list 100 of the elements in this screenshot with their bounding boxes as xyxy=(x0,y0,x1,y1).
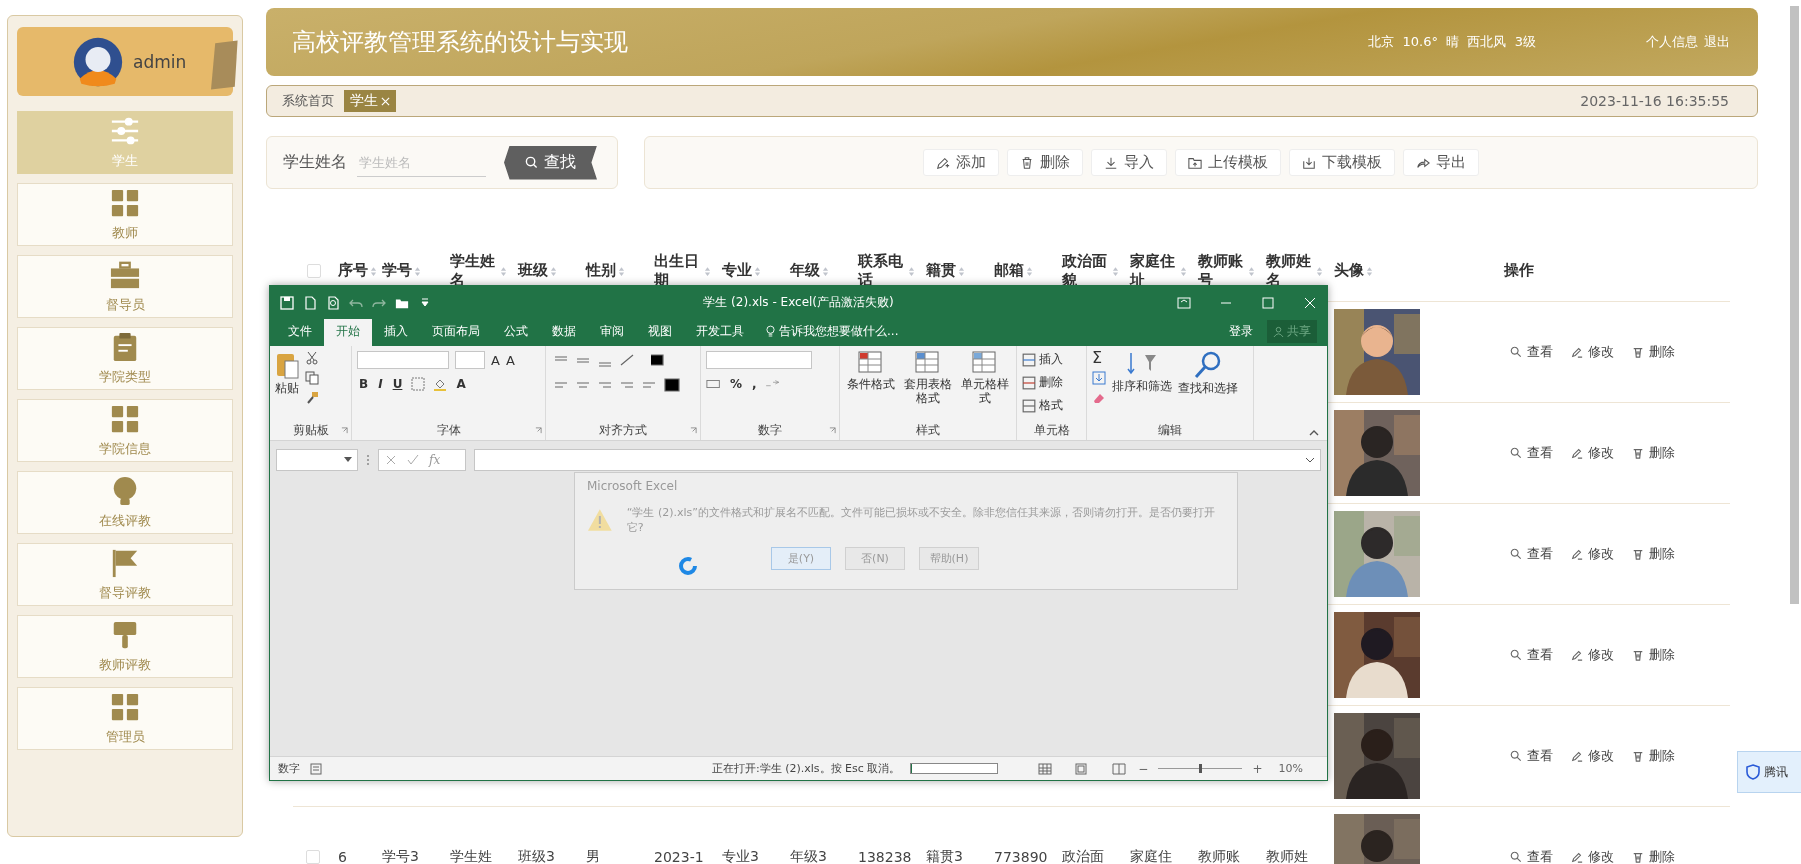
scrollbar[interactable] xyxy=(1790,6,1799,604)
row-action-link[interactable]: 修改 xyxy=(1571,343,1614,361)
sort-icon[interactable] xyxy=(822,265,829,277)
row-action-link[interactable]: 删除 xyxy=(1632,747,1675,765)
row-action-link[interactable]: 查看 xyxy=(1510,343,1553,361)
toolbar-button[interactable]: 导出 xyxy=(1403,149,1479,176)
ribbon-tab[interactable]: 视图 xyxy=(636,318,684,346)
number-format-button[interactable]: , xyxy=(750,377,759,391)
cell-button[interactable]: 插入 xyxy=(1022,351,1063,368)
name-box-field[interactable] xyxy=(276,449,358,471)
dialog-launcher-icon[interactable] xyxy=(341,426,348,434)
number-format-field[interactable] xyxy=(706,351,812,369)
search-field[interactable]: 学生姓名 xyxy=(357,148,486,177)
sign-in-link[interactable]: 登录 xyxy=(1229,323,1253,346)
notification-popup[interactable]: 腾讯 xyxy=(1737,751,1801,793)
new-file-icon[interactable] xyxy=(303,295,317,310)
row-action-link[interactable]: 删除 xyxy=(1632,646,1675,664)
row-action-link[interactable]: 修改 xyxy=(1571,646,1614,664)
row-action-link[interactable]: 查看 xyxy=(1510,747,1553,765)
scissors-icon[interactable] xyxy=(305,351,319,365)
copy-icon[interactable] xyxy=(305,371,319,385)
sort-icon[interactable] xyxy=(1316,265,1323,277)
row-action-link[interactable]: 查看 xyxy=(1510,545,1553,563)
sort-icon[interactable] xyxy=(500,265,507,277)
formula-field[interactable] xyxy=(474,449,1321,471)
row-action-link[interactable]: 修改 xyxy=(1571,545,1614,563)
toolbar-button[interactable]: 导入 xyxy=(1091,149,1167,176)
row-action-link[interactable]: 查看 xyxy=(1510,444,1553,462)
ribbon-tab[interactable]: 数据 xyxy=(540,318,588,346)
print-preview-icon[interactable] xyxy=(326,295,340,310)
sort-icon[interactable] xyxy=(1026,265,1033,277)
row-action-link[interactable]: 删除 xyxy=(1632,848,1675,864)
sort-icon[interactable] xyxy=(754,265,761,277)
row-action-link[interactable]: 删除 xyxy=(1632,444,1675,462)
border-icon[interactable] xyxy=(410,377,427,391)
zoom-out-button[interactable]: − xyxy=(1138,761,1149,776)
sort-filter-button[interactable]: 排序和筛选 xyxy=(1112,351,1172,394)
dialog-launcher-icon[interactable] xyxy=(829,426,836,434)
ribbon-tab[interactable]: 公式 xyxy=(492,318,540,346)
row-action-link[interactable]: 删除 xyxy=(1632,545,1675,563)
find-select-button[interactable]: 查找和选择 xyxy=(1178,351,1238,396)
cell-button[interactable]: 格式 xyxy=(1022,397,1063,414)
collapse-icon[interactable] xyxy=(1309,430,1319,436)
macro-icon[interactable] xyxy=(310,762,322,775)
checkbox[interactable] xyxy=(306,264,321,278)
sort-icon[interactable] xyxy=(1248,265,1255,277)
breadcrumb-tab[interactable]: 系统首页 xyxy=(282,92,334,110)
row-action-link[interactable]: 修改 xyxy=(1571,747,1614,765)
zoom-in-button[interactable]: + xyxy=(1252,761,1263,776)
ribbon-tab[interactable]: 开发工具 xyxy=(684,318,756,346)
ribbon-tab[interactable]: 插入 xyxy=(372,318,420,346)
fill-down-icon[interactable] xyxy=(1092,371,1106,385)
fill-color-icon[interactable] xyxy=(432,377,449,391)
autosum-button[interactable]: Σ xyxy=(1092,351,1106,365)
sort-icon[interactable] xyxy=(414,265,421,277)
search-button[interactable]: 查找 xyxy=(504,145,597,180)
checkbox[interactable] xyxy=(305,850,320,864)
zoom-thumb[interactable] xyxy=(1199,764,1203,773)
font-size-button[interactable]: A xyxy=(505,352,515,368)
view-buttons-drawing[interactable] xyxy=(1038,762,1129,775)
currency-icon[interactable] xyxy=(706,377,722,391)
close-icon[interactable] xyxy=(381,96,390,106)
sort-icon[interactable] xyxy=(958,265,965,277)
sort-icon[interactable] xyxy=(370,265,377,277)
font-size-field[interactable] xyxy=(455,351,485,369)
more-icon[interactable] xyxy=(366,453,370,467)
ribbon-tab[interactable]: 文件 xyxy=(276,318,324,346)
toolbar-button[interactable]: 添加 xyxy=(923,149,999,176)
save-icon[interactable] xyxy=(280,295,294,310)
font-color-button[interactable]: A xyxy=(454,377,468,391)
sort-icon[interactable] xyxy=(550,265,557,277)
tell-me-field[interactable]: 告诉我您想要做什么... xyxy=(756,323,899,346)
dialog-launcher-icon[interactable] xyxy=(535,426,542,434)
sort-icon[interactable] xyxy=(704,265,711,277)
eraser-icon[interactable] xyxy=(1092,391,1106,405)
sort-icon[interactable] xyxy=(1180,265,1187,277)
brush-icon[interactable] xyxy=(305,391,319,405)
maximize-icon[interactable] xyxy=(1261,296,1275,309)
dialog-launcher-icon[interactable] xyxy=(690,426,697,434)
close-icon[interactable] xyxy=(1303,296,1317,309)
sort-icon[interactable] xyxy=(908,265,915,277)
row-action-link[interactable]: 修改 xyxy=(1571,848,1614,864)
ribbon-tab[interactable]: 开始 xyxy=(324,318,372,346)
toolbar-button[interactable]: 上传模板 xyxy=(1175,149,1281,176)
style-button[interactable]: 单元格样式 xyxy=(959,351,1011,406)
row-action-link[interactable]: 查看 xyxy=(1510,646,1553,664)
row-action-link[interactable]: 修改 xyxy=(1571,444,1614,462)
style-button[interactable]: 套用表格格式 xyxy=(902,351,954,406)
sort-icon[interactable] xyxy=(1112,265,1119,277)
format-button[interactable]: I xyxy=(376,377,385,391)
format-button[interactable]: U xyxy=(390,377,405,391)
ribbon-tab[interactable]: 页面布局 xyxy=(420,318,492,346)
breadcrumb-tab[interactable]: 学生 xyxy=(344,90,396,112)
row-action-link[interactable]: 删除 xyxy=(1632,343,1675,361)
style-button[interactable]: 条件格式 xyxy=(845,351,897,392)
ribbon-display-icon[interactable] xyxy=(1177,296,1191,309)
paste-button[interactable]: 粘贴 xyxy=(275,351,299,396)
cell-button[interactable]: 删除 xyxy=(1022,374,1063,391)
number-format-button[interactable]: % xyxy=(728,377,745,391)
row-action-link[interactable]: 查看 xyxy=(1510,848,1553,864)
